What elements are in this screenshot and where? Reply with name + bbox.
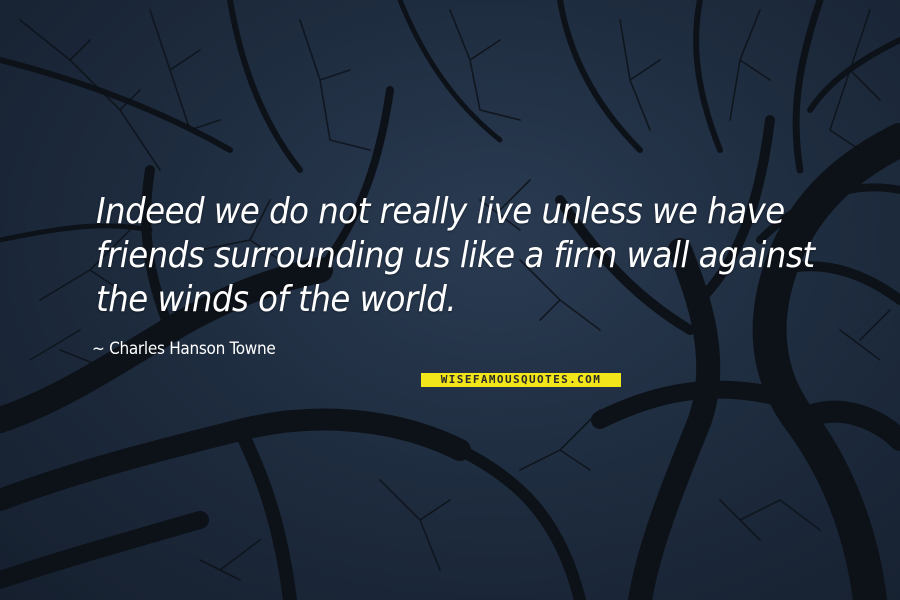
watermark-text: WISEFAMOUSQUOTES.COM <box>440 373 602 386</box>
quote-text: Indeed we do not really live unless we h… <box>96 191 815 320</box>
quote-image: Indeed we do not really live unless we h… <box>0 0 900 600</box>
site-watermark: WISEFAMOUSQUOTES.COM <box>421 373 621 387</box>
quote-author: ~ Charles Hanson Towne <box>92 339 276 359</box>
